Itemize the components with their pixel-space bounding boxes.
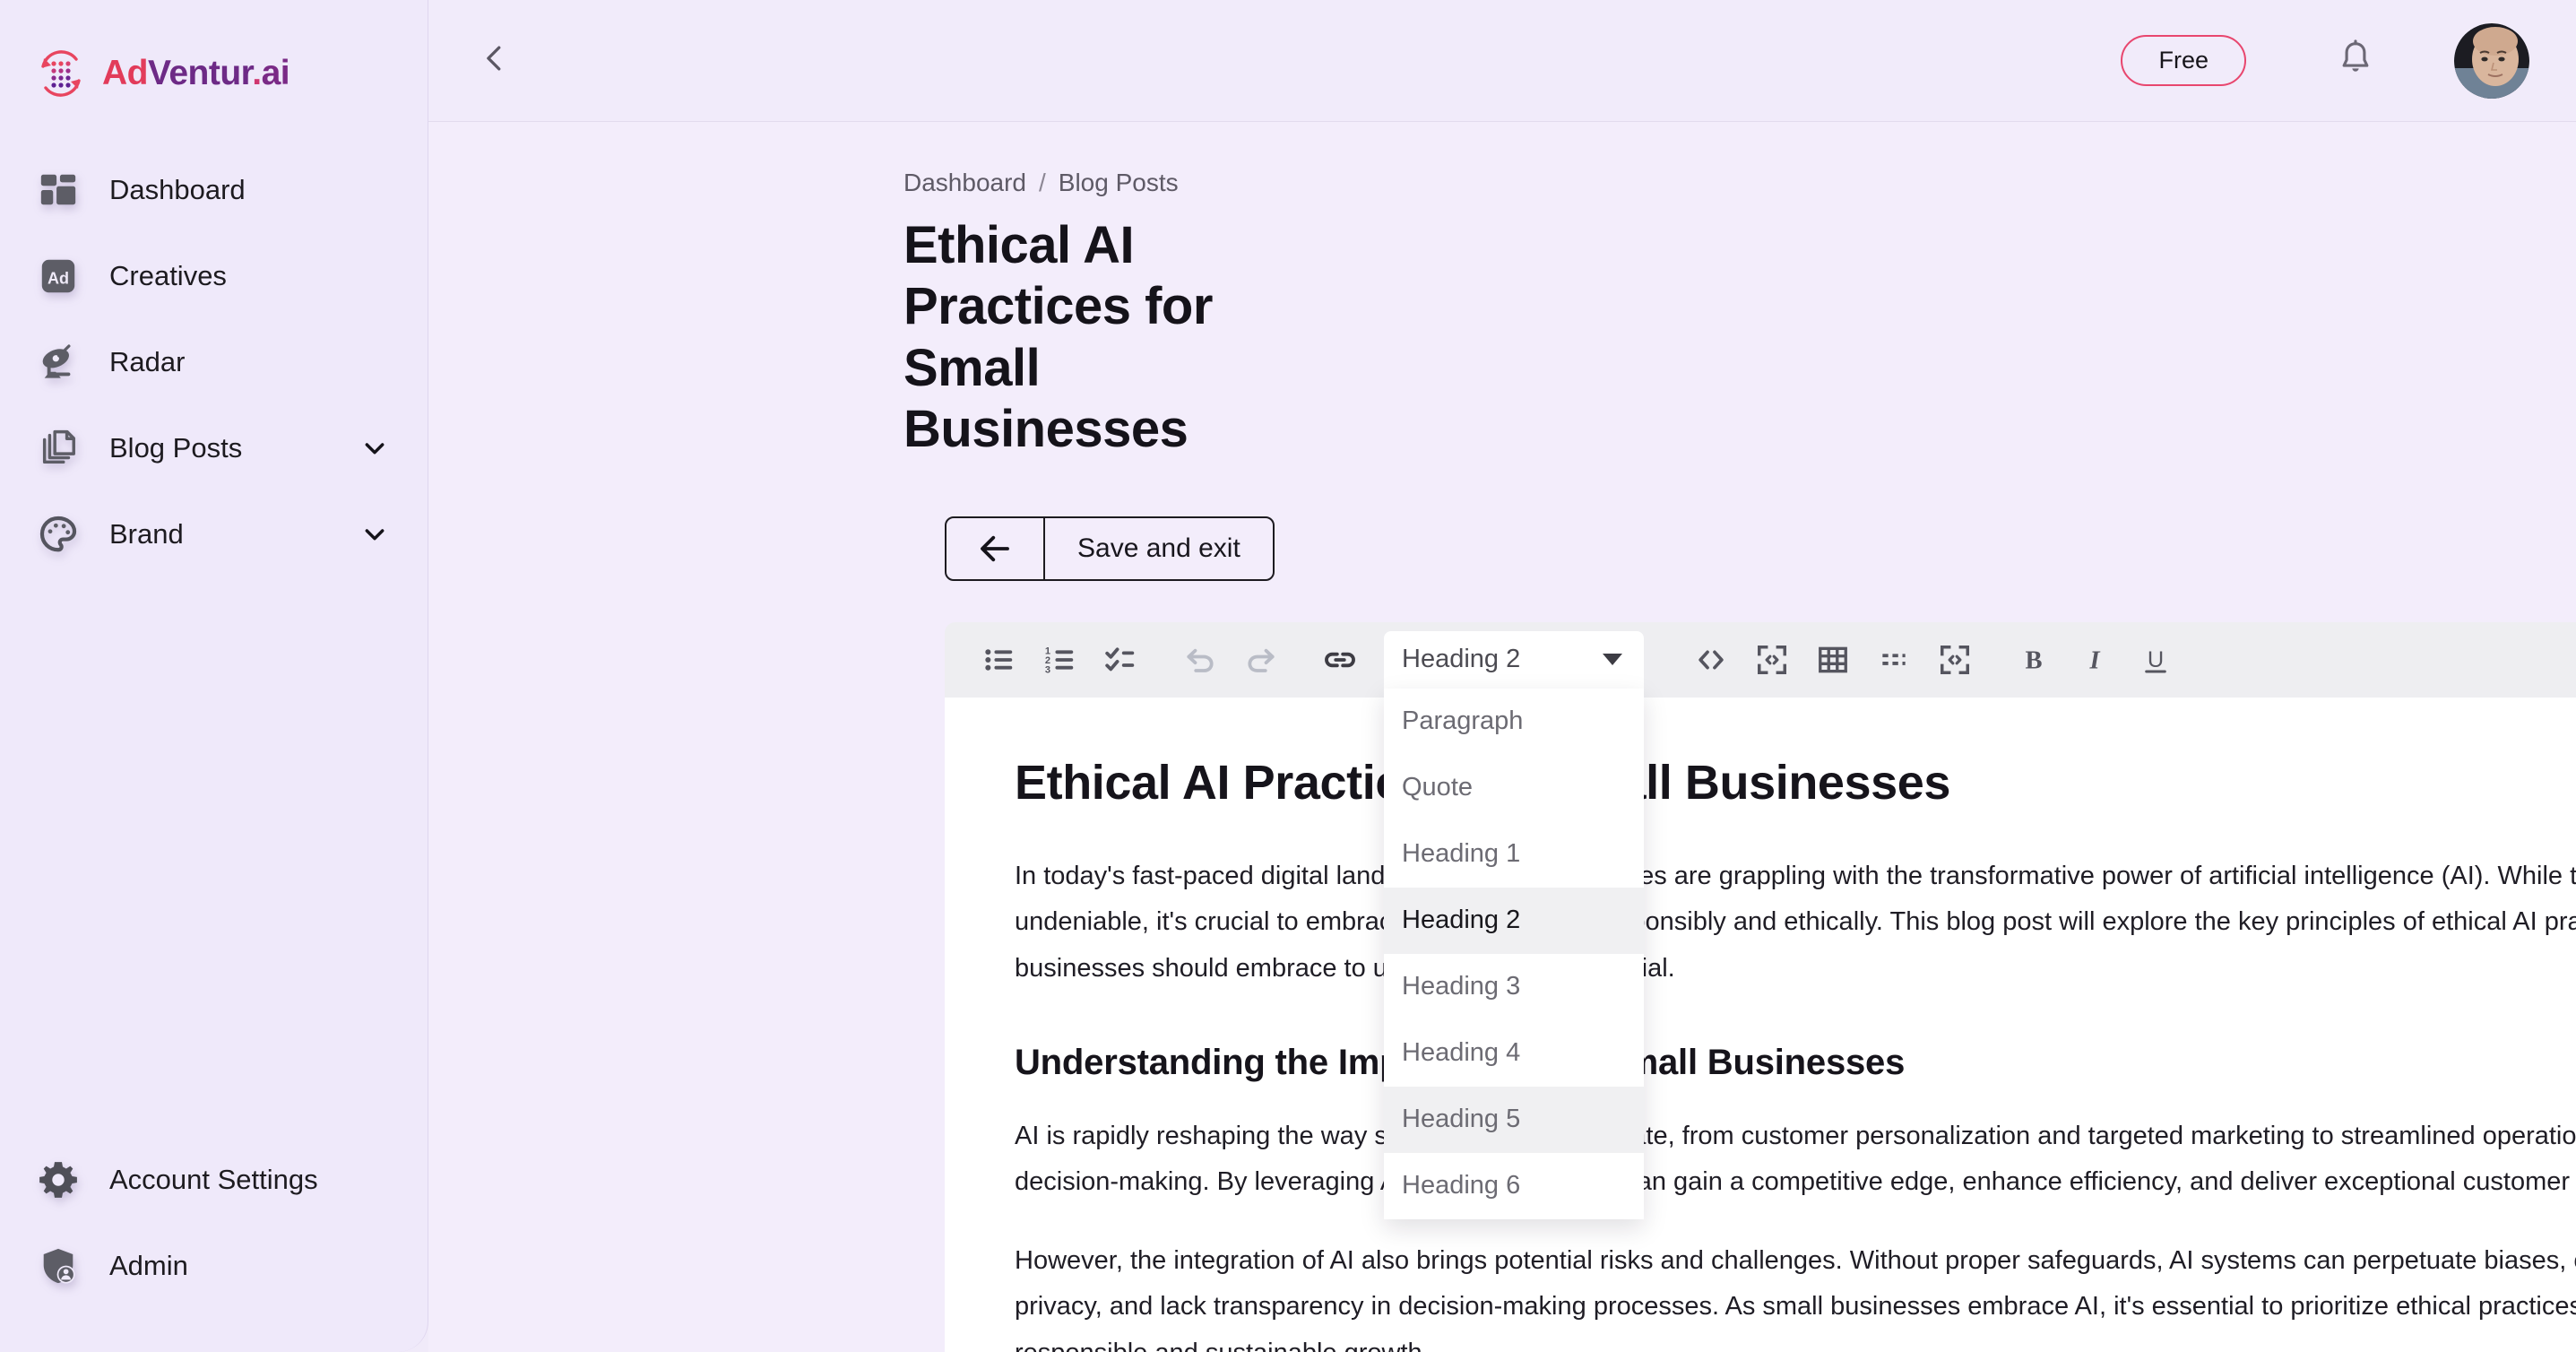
brand-name: AdVentur.ai xyxy=(102,54,290,93)
sidebar-item-brand[interactable]: Brand xyxy=(0,491,428,577)
avatar[interactable] xyxy=(2454,22,2529,99)
sidebar-item-label: Creatives xyxy=(109,260,227,291)
save-and-exit-label: Save and exit xyxy=(1077,533,1240,563)
sidebar-item-radar[interactable]: Radar xyxy=(0,319,428,405)
brand-name-ventur: Ventur xyxy=(148,54,253,92)
satellite-dish-icon xyxy=(30,334,86,390)
ordered-list-icon[interactable]: 1 2 3 xyxy=(1033,632,1088,688)
link-icon[interactable] xyxy=(1312,632,1368,688)
undo-icon[interactable] xyxy=(1172,632,1228,688)
dashboard-grid-icon xyxy=(30,162,86,218)
sidebar-item-label: Brand xyxy=(109,518,184,550)
block-type-select-value: Heading 2 xyxy=(1402,645,1521,674)
select-option-heading-3[interactable]: Heading 3 xyxy=(1384,954,1644,1020)
brand-logo-area[interactable]: AdVentur.ai xyxy=(0,0,428,115)
sidebar-item-label: Radar xyxy=(109,346,186,377)
document-paragraph: AI is rapidly reshaping the way small bu… xyxy=(1015,1121,2576,1197)
sidebar-item-creatives[interactable]: Ad Creatives xyxy=(0,233,428,319)
italic-icon[interactable]: I xyxy=(2067,632,2122,688)
svg-text:3: 3 xyxy=(1045,664,1050,675)
breadcrumb: Dashboard / Blog Posts xyxy=(428,169,2576,197)
document-paragraph: However, the integration of AI also brin… xyxy=(1015,1245,2576,1352)
code-inline-icon[interactable] xyxy=(1683,632,1739,688)
select-option-heading-4[interactable]: Heading 4 xyxy=(1384,1020,1644,1087)
page-content: Dashboard / Blog Posts Ethical AI Practi… xyxy=(428,122,2576,1352)
bullet-list-icon[interactable] xyxy=(972,632,1027,688)
main-area: Free Dashboard / Blog Posts Ethical AI P… xyxy=(428,0,2576,1352)
ad-badge-icon: Ad xyxy=(30,248,86,304)
sidebar-item-account-settings[interactable]: Account Settings xyxy=(0,1137,428,1223)
gear-icon xyxy=(30,1152,86,1208)
document-paragraph: In today's fast-paced digital landscape,… xyxy=(1015,861,2576,983)
chevron-left-icon xyxy=(478,41,512,80)
sidebar-item-admin[interactable]: Admin xyxy=(0,1223,428,1309)
chevron-down-icon[interactable] xyxy=(359,519,390,550)
select-option-quote[interactable]: Quote xyxy=(1384,755,1644,821)
select-option-heading-6[interactable]: Heading 6 xyxy=(1384,1153,1644,1219)
breadcrumb-separator: / xyxy=(1038,169,1046,196)
shield-user-icon xyxy=(30,1238,86,1294)
chevron-down-icon[interactable] xyxy=(359,433,390,464)
sidebar-nav: Dashboard Ad Creatives Radar Blog Posts … xyxy=(0,147,428,577)
svg-text:I: I xyxy=(2088,646,2100,674)
sidebar-item-blog-posts[interactable]: Blog Posts xyxy=(0,405,428,491)
svg-text:U: U xyxy=(2148,647,2164,672)
svg-text:Ad: Ad xyxy=(48,269,69,287)
page-title: Ethical AI Practices for Small Businesse… xyxy=(903,216,1213,459)
user-avatar-photo xyxy=(2454,22,2529,99)
sidebar-item-label: Admin xyxy=(109,1250,188,1281)
sidebar-item-label: Dashboard xyxy=(109,174,246,205)
document-h1: Ethical AI Practices for Small Businesse… xyxy=(1015,755,1951,810)
adventure-dots-refresh-logo xyxy=(34,47,88,100)
editor: 1 2 3 Heading 2 Paragraph Quote Heading … xyxy=(945,621,2576,1352)
select-option-heading-5[interactable]: Heading 5 xyxy=(1384,1086,1644,1153)
select-option-heading-1[interactable]: Heading 1 xyxy=(1384,821,1644,888)
bell-icon xyxy=(2336,39,2375,82)
top-bar: Free xyxy=(428,0,2576,122)
brand-name-ad: Ad xyxy=(102,54,149,92)
editor-toolbar: 1 2 3 Heading 2 Paragraph Quote Heading … xyxy=(945,621,2576,1219)
plan-badge[interactable]: Free xyxy=(2121,35,2246,86)
document-h2: Understanding the Impact of AI on Small … xyxy=(1015,1042,1906,1082)
table-icon[interactable] xyxy=(1805,632,1861,688)
breadcrumb-item-blog-posts[interactable]: Blog Posts xyxy=(1059,169,1179,197)
underline-icon[interactable]: U xyxy=(2128,632,2183,688)
redo-icon[interactable] xyxy=(1233,632,1289,688)
sidebar-item-label: Account Settings xyxy=(109,1164,318,1195)
notifications-button[interactable] xyxy=(2327,32,2384,90)
embed-block-icon[interactable] xyxy=(1927,632,1983,688)
document-editor-body[interactable]: Ethical AI Practices for Small Businesse… xyxy=(945,697,2576,1352)
documents-stack-icon xyxy=(30,420,86,476)
horizontal-rule-icon[interactable] xyxy=(1866,632,1922,688)
select-option-heading-2[interactable]: Heading 2 xyxy=(1384,887,1644,954)
bold-icon[interactable]: B xyxy=(2006,632,2062,688)
select-option-paragraph[interactable]: Paragraph xyxy=(1384,689,1644,755)
brand-name-dot: . xyxy=(252,54,262,92)
arrow-left-icon xyxy=(947,517,1045,579)
sidebar-bottom-nav: Account Settings Admin xyxy=(0,1137,428,1352)
save-and-exit-row: Save and exit xyxy=(428,516,2576,581)
svg-text:B: B xyxy=(2025,646,2042,674)
block-type-select-menu: Paragraph Quote Heading 1 Heading 2 Head… xyxy=(1384,688,1644,1219)
sidebar-item-dashboard[interactable]: Dashboard xyxy=(0,147,428,233)
block-type-select[interactable]: Heading 2 Paragraph Quote Heading 1 Head… xyxy=(1384,630,1644,1219)
breadcrumb-item-dashboard[interactable]: Dashboard xyxy=(903,169,1026,197)
task-list-icon[interactable] xyxy=(1094,632,1149,688)
block-type-select-box[interactable]: Heading 2 xyxy=(1384,630,1644,689)
chevron-down-icon xyxy=(1603,654,1622,666)
code-block-icon[interactable] xyxy=(1744,632,1800,688)
sidebar-item-label: Blog Posts xyxy=(109,432,243,464)
palette-icon xyxy=(30,507,86,562)
app-root: AdVentur.ai Dashboard Ad Creatives Radar… xyxy=(0,0,2576,1352)
save-and-exit-button[interactable]: Save and exit xyxy=(945,516,1275,581)
back-button[interactable] xyxy=(466,32,523,90)
sidebar: AdVentur.ai Dashboard Ad Creatives Radar… xyxy=(0,0,428,1352)
brand-name-ai: ai xyxy=(261,54,290,92)
